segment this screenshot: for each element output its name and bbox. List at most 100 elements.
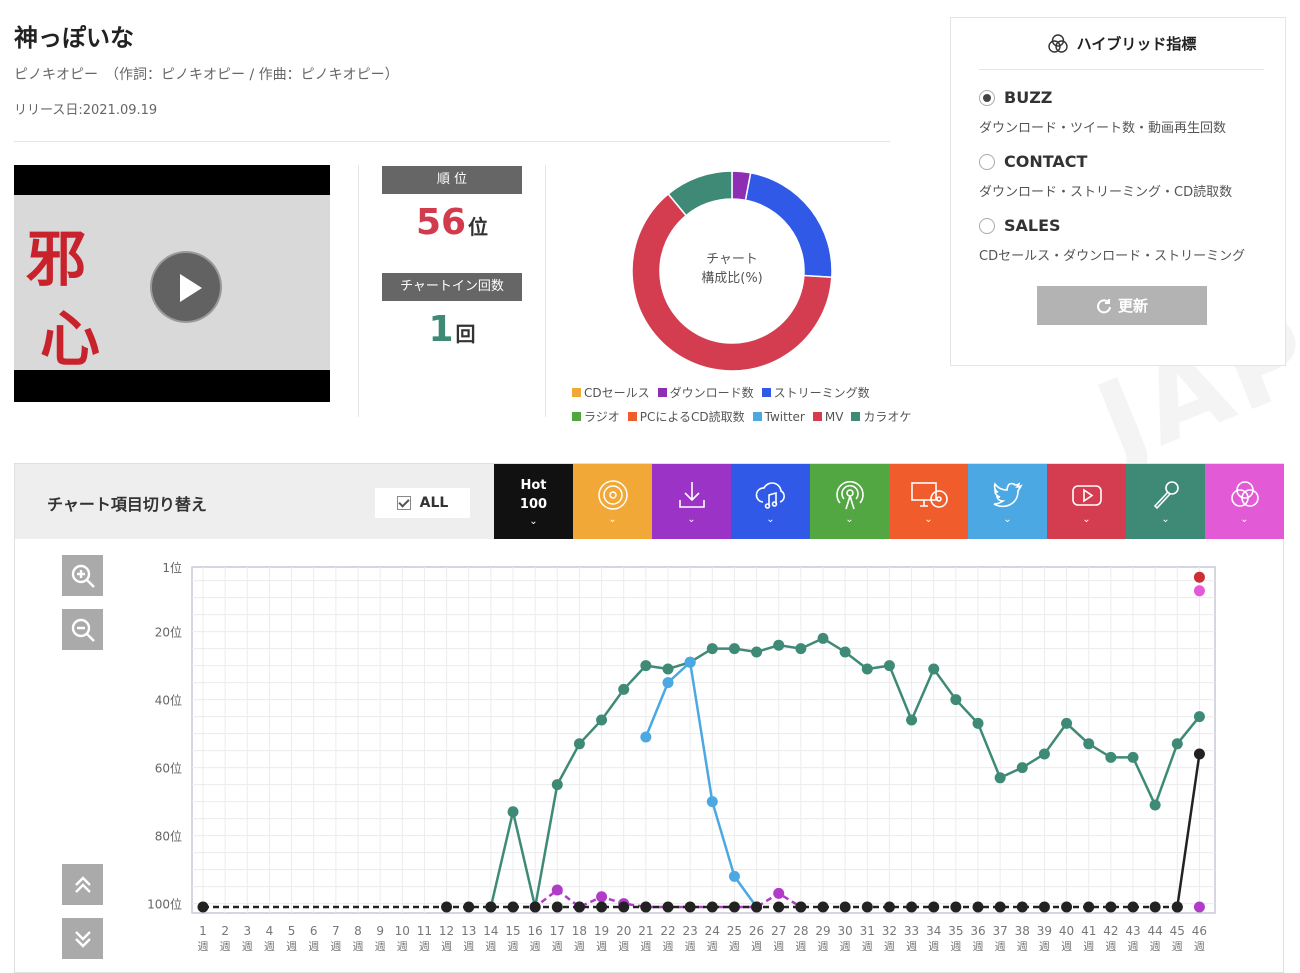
data-point[interactable] <box>485 901 497 913</box>
x-tick-unit: 週 <box>663 940 674 953</box>
x-tick-unit: 週 <box>1172 940 1183 953</box>
x-tick-unit: 週 <box>574 940 585 953</box>
x-tick-unit: 週 <box>729 940 740 953</box>
x-tick-unit: 週 <box>220 940 231 953</box>
x-tick-label: 15 <box>505 924 520 938</box>
x-tick-unit: 週 <box>508 940 519 953</box>
data-point[interactable] <box>551 884 563 896</box>
x-tick-label: 6 <box>310 924 318 938</box>
data-point[interactable] <box>596 901 608 913</box>
data-point[interactable] <box>1016 762 1028 774</box>
data-point[interactable] <box>1083 901 1095 913</box>
data-point[interactable] <box>618 683 630 695</box>
x-tick-label: 35 <box>948 924 963 938</box>
data-point[interactable] <box>1193 901 1205 913</box>
data-point[interactable] <box>972 717 984 729</box>
data-point[interactable] <box>883 660 895 672</box>
data-point[interactable] <box>640 731 652 743</box>
data-point[interactable] <box>1193 571 1205 583</box>
data-point[interactable] <box>684 656 696 668</box>
data-point[interactable] <box>728 901 740 913</box>
data-point[interactable] <box>684 901 696 913</box>
data-point[interactable] <box>662 677 674 689</box>
data-point[interactable] <box>1038 748 1050 760</box>
x-tick-label: 33 <box>904 924 919 938</box>
data-point[interactable] <box>1061 717 1073 729</box>
data-point[interactable] <box>662 901 674 913</box>
data-point[interactable] <box>662 663 674 675</box>
data-point[interactable] <box>773 639 785 651</box>
data-point[interactable] <box>551 779 563 791</box>
data-point[interactable] <box>972 901 984 913</box>
x-tick-label: 26 <box>749 924 764 938</box>
data-point[interactable] <box>441 901 453 913</box>
data-point[interactable] <box>928 901 940 913</box>
data-point[interactable] <box>1171 738 1183 750</box>
data-point[interactable] <box>1127 901 1139 913</box>
y-tick-label: 80位 <box>155 829 182 844</box>
data-point[interactable] <box>1149 799 1161 811</box>
y-tick-label: 1位 <box>162 560 182 575</box>
data-point[interactable] <box>795 901 807 913</box>
x-tick-label: 44 <box>1148 924 1163 938</box>
data-point[interactable] <box>994 901 1006 913</box>
data-point[interactable] <box>817 901 829 913</box>
data-point[interactable] <box>773 887 785 899</box>
x-tick-unit: 週 <box>1194 940 1205 953</box>
data-point[interactable] <box>1061 901 1073 913</box>
x-tick-unit: 週 <box>419 940 430 953</box>
x-tick-unit: 週 <box>552 940 563 953</box>
data-point[interactable] <box>861 901 873 913</box>
data-point[interactable] <box>1083 738 1095 750</box>
data-point[interactable] <box>950 901 962 913</box>
data-point[interactable] <box>1193 711 1205 723</box>
data-point[interactable] <box>507 901 519 913</box>
data-point[interactable] <box>507 806 519 818</box>
data-point[interactable] <box>706 643 718 655</box>
data-point[interactable] <box>906 714 918 726</box>
data-point[interactable] <box>551 901 563 913</box>
data-point[interactable] <box>1171 901 1183 913</box>
data-point[interactable] <box>751 646 763 658</box>
data-point[interactable] <box>463 901 475 913</box>
data-point[interactable] <box>839 646 851 658</box>
data-point[interactable] <box>1105 901 1117 913</box>
data-point[interactable] <box>994 772 1006 784</box>
data-point[interactable] <box>596 714 608 726</box>
x-tick-label: 24 <box>705 924 720 938</box>
x-tick-label: 12 <box>439 924 454 938</box>
data-point[interactable] <box>1105 751 1117 763</box>
data-point[interactable] <box>1038 901 1050 913</box>
data-point[interactable] <box>839 901 851 913</box>
data-point[interactable] <box>817 632 829 644</box>
y-tick-label: 100位 <box>147 897 182 912</box>
data-point[interactable] <box>795 643 807 655</box>
data-point[interactable] <box>928 663 940 675</box>
data-point[interactable] <box>573 901 585 913</box>
data-point[interactable] <box>1193 585 1205 597</box>
data-point[interactable] <box>596 891 608 903</box>
data-point[interactable] <box>728 643 740 655</box>
data-point[interactable] <box>751 901 763 913</box>
data-point[interactable] <box>1149 901 1161 913</box>
data-point[interactable] <box>706 901 718 913</box>
x-tick-label: 32 <box>882 924 897 938</box>
data-point[interactable] <box>1193 748 1205 760</box>
data-point[interactable] <box>529 901 541 913</box>
data-point[interactable] <box>883 901 895 913</box>
data-point[interactable] <box>773 901 785 913</box>
data-point[interactable] <box>197 901 209 913</box>
data-point[interactable] <box>950 694 962 706</box>
data-point[interactable] <box>573 738 585 750</box>
data-point[interactable] <box>706 796 718 808</box>
data-point[interactable] <box>640 901 652 913</box>
data-point[interactable] <box>861 663 873 675</box>
data-point[interactable] <box>728 870 740 882</box>
data-point[interactable] <box>640 660 652 672</box>
data-point[interactable] <box>618 901 630 913</box>
data-point[interactable] <box>1127 751 1139 763</box>
x-tick-unit: 週 <box>485 940 496 953</box>
data-point[interactable] <box>1016 901 1028 913</box>
data-point[interactable] <box>906 901 918 913</box>
x-tick-label: 29 <box>815 924 830 938</box>
